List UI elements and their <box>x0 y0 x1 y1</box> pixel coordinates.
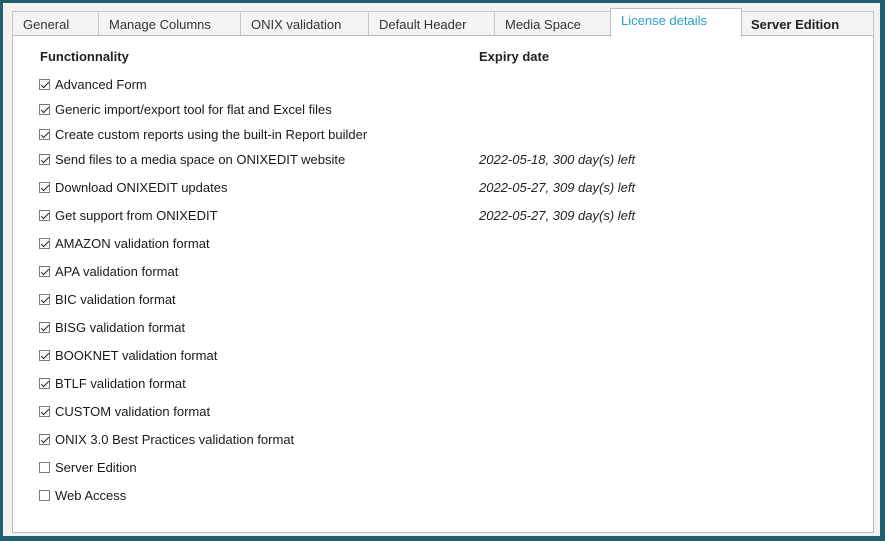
feature-row-support[interactable]: Get support from ONIXEDIT <box>39 206 218 224</box>
feature-row-media-space[interactable]: Send files to a media space on ONIXEDIT … <box>39 150 345 168</box>
feature-row-server-edition[interactable]: Server Edition <box>39 458 137 476</box>
tab-server-edition[interactable]: Server Edition <box>740 11 874 36</box>
feature-label: Web Access <box>55 487 127 503</box>
feature-row-amazon[interactable]: AMAZON validation format <box>39 234 210 252</box>
feature-label: AMAZON validation format <box>55 235 210 251</box>
tab-media-space[interactable]: Media Space <box>494 11 612 36</box>
feature-label: Advanced Form <box>55 76 147 92</box>
feature-checkbox[interactable] <box>39 377 50 389</box>
feature-row-custom[interactable]: CUSTOM validation format <box>39 402 210 420</box>
column-header-functionality: Functionnality <box>40 49 129 64</box>
feature-row-onix-best-practices[interactable]: ONIX 3.0 Best Practices validation forma… <box>39 430 294 448</box>
tab-manage-columns[interactable]: Manage Columns <box>98 11 242 36</box>
feature-row-advanced-form[interactable]: Advanced Form <box>39 75 147 93</box>
feature-checkbox[interactable] <box>39 461 50 473</box>
feature-checkbox[interactable] <box>39 405 50 417</box>
tab-license-details[interactable]: License details <box>610 8 742 37</box>
feature-label: CUSTOM validation format <box>55 403 211 419</box>
feature-label: Create custom reports using the built-in… <box>55 126 368 142</box>
feature-label: ONIX 3.0 Best Practices validation forma… <box>55 431 295 447</box>
license-details-panel: Functionnality Expiry date Advanced Form… <box>12 35 874 533</box>
feature-row-btlf[interactable]: BTLF validation format <box>39 374 186 392</box>
feature-checkbox[interactable] <box>39 103 50 115</box>
feature-checkbox[interactable] <box>39 181 50 193</box>
feature-checkbox[interactable] <box>39 293 50 305</box>
feature-label: Send files to a media space on ONIXEDIT … <box>55 151 346 167</box>
feature-row-bisg[interactable]: BISG validation format <box>39 318 185 336</box>
feature-row-apa[interactable]: APA validation format <box>39 262 178 280</box>
feature-label: Download ONIXEDIT updates <box>55 179 228 195</box>
feature-row-generic-import-export[interactable]: Generic import/export tool for flat and … <box>39 100 332 118</box>
feature-label: BISG validation format <box>55 319 186 335</box>
feature-checkbox[interactable] <box>39 349 50 361</box>
feature-checkbox[interactable] <box>39 433 50 445</box>
feature-label: Get support from ONIXEDIT <box>55 207 218 223</box>
feature-checkbox[interactable] <box>39 153 50 165</box>
feature-checkbox[interactable] <box>39 237 50 249</box>
feature-row-custom-reports[interactable]: Create custom reports using the built-in… <box>39 125 367 143</box>
feature-checkbox[interactable] <box>39 128 50 140</box>
feature-row-bic[interactable]: BIC validation format <box>39 290 176 308</box>
tab-general[interactable]: General <box>12 11 100 36</box>
tab-default-header[interactable]: Default Header <box>368 11 496 36</box>
feature-row-download-updates[interactable]: Download ONIXEDIT updates <box>39 178 227 196</box>
expiry-date-support: 2022-05-27, 309 day(s) left <box>479 208 636 223</box>
expiry-date-updates: 2022-05-27, 309 day(s) left <box>479 180 636 195</box>
tab-onix-validation[interactable]: ONIX validation <box>240 11 370 36</box>
feature-label: Generic import/export tool for flat and … <box>55 101 332 117</box>
license-settings-window: General Manage Columns ONIX validation D… <box>3 3 880 536</box>
feature-checkbox[interactable] <box>39 321 50 333</box>
feature-checkbox[interactable] <box>39 489 50 501</box>
feature-label: APA validation format <box>55 263 179 279</box>
feature-label: Server Edition <box>55 459 137 475</box>
feature-row-booknet[interactable]: BOOKNET validation format <box>39 346 217 364</box>
feature-label: BIC validation format <box>55 291 176 307</box>
feature-checkbox[interactable] <box>39 209 50 221</box>
column-header-expiry: Expiry date <box>479 49 550 64</box>
feature-checkbox[interactable] <box>39 78 50 90</box>
feature-checkbox[interactable] <box>39 265 50 277</box>
feature-label: BTLF validation format <box>55 375 186 391</box>
expiry-date-media-space: 2022-05-18, 300 day(s) left <box>479 152 636 167</box>
feature-label: BOOKNET validation format <box>55 347 218 363</box>
feature-row-web-access[interactable]: Web Access <box>39 486 126 504</box>
